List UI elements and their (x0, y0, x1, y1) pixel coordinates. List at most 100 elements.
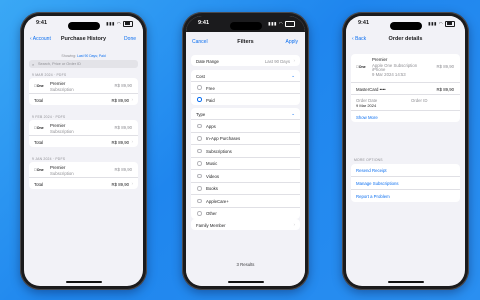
nav-bar: ‹ Account Purchase History Done (24, 33, 143, 47)
option-row[interactable]: Resend Receipt (351, 164, 460, 176)
total-label: Total (34, 97, 44, 103)
nav-bar: Cancel Filters Apply (186, 36, 305, 50)
status-icons: ▮▮▮ ◠ (428, 20, 455, 27)
type-card: Type ⌄ Apps In-App Purchases Subscriptio… (191, 108, 300, 219)
filter-sheet: Cancel Filters Apply Date Range Last 90 … (186, 32, 305, 286)
option-row[interactable]: Report a Problem (351, 189, 460, 202)
search-input[interactable]: ⌕ Search, Price or Order ID (29, 60, 138, 68)
apple-one-logo: One (34, 83, 44, 88)
battery-icon (123, 20, 133, 27)
type-option-row[interactable]: Subscriptions (191, 144, 300, 157)
cost-option-paid[interactable]: Paid (191, 93, 300, 105)
phone-order-details: 9:41 ▮▮▮ ◠ ‹ Back Order details One Pre… (342, 12, 469, 290)
date-range-card: Date Range Last 90 Days › (191, 55, 300, 66)
signal-icon: ▮▮▮ (268, 20, 278, 26)
type-option-row[interactable]: Music (191, 156, 300, 170)
show-more-row[interactable]: Show More (351, 110, 460, 122)
status-time: 9:41 (358, 20, 370, 26)
total-label: Total (34, 139, 44, 145)
type-option-row[interactable]: Apps (191, 119, 300, 132)
option-label: Videos (206, 173, 220, 179)
total-row: Total R$ 89,90 › (29, 177, 138, 189)
filter-summary[interactable]: Showing: Last 90 Days; Paid (24, 54, 143, 58)
family-member-row[interactable]: Family Member › (191, 219, 300, 230)
page-title: Order details (388, 36, 423, 42)
status-time: 9:41 (198, 20, 210, 26)
report-problem-link[interactable]: Report a Problem (356, 194, 390, 199)
type-header-row[interactable]: Type ⌄ (191, 108, 300, 119)
dynamic-island (229, 22, 262, 30)
signal-icon: ▮▮▮ (428, 20, 438, 26)
signal-icon: ▮▮▮ (106, 20, 116, 26)
resend-receipt-link[interactable]: Resend Receipt (356, 168, 387, 173)
screen: 9:41 ▮▮▮ ◠ ‹ Back Order details One Pre… (346, 16, 465, 286)
order-item-row: One Premier Apple One Subscription iPho… (351, 54, 460, 82)
search-placeholder: Search, Price or Order ID (38, 62, 81, 66)
purchase-group: One Premier Subscription R$ 89,90 Total… (29, 162, 138, 189)
manage-subscriptions-link[interactable]: Manage Subscriptions (356, 181, 399, 186)
total-row: Total R$ 89,90 › (29, 135, 138, 147)
apple-one-logo: One (34, 125, 44, 130)
item-name: Premier (372, 57, 388, 62)
group-header: 9 JAN 2024 · Pdfs (32, 157, 66, 161)
done-button[interactable]: Done (124, 36, 136, 42)
results-count: 3 Results (236, 262, 255, 267)
date-range-value: Last 90 Days (264, 58, 290, 64)
type-option-row[interactable]: In-App Purchases (191, 131, 300, 145)
status-icons: ▮▮▮ ◠ (106, 20, 133, 27)
type-option-row[interactable]: Videos (191, 169, 300, 182)
date-range-row[interactable]: Date Range Last 90 Days › (191, 55, 300, 66)
chevron-right-icon: › (293, 58, 296, 63)
item-price: R$ 89,90 (114, 125, 132, 130)
item-date: 9 Mar 2024 14:53 (372, 71, 406, 77)
cost-option-free[interactable]: Free (191, 81, 300, 93)
screen: 9:41 ▮▮▮ ◠ Cancel Filters Apply Date Ran… (186, 16, 305, 286)
purchase-row[interactable]: One Premier Subscription R$ 89,90 (29, 78, 138, 93)
item-price: R$ 89,90 (114, 83, 132, 88)
payment-row: MasterCard •••• R$ 89,90 (351, 82, 460, 94)
radio-selected-icon (197, 97, 202, 102)
option-label: AppleCare+ (206, 198, 229, 204)
purchase-group: One Premier Subscription R$ 89,90 Total… (29, 120, 138, 147)
status-icons: ▮▮▮ ◠ (268, 20, 295, 27)
cost-header-row[interactable]: Cost ⌄ (191, 70, 300, 81)
item-name: Premier (50, 165, 66, 170)
option-label: Music (206, 161, 218, 167)
radio-icon (197, 211, 202, 216)
purchase-row[interactable]: One Premier Subscription R$ 89,90 (29, 162, 138, 177)
chevron-right-icon: › (293, 222, 296, 227)
chevron-right-icon: › (131, 97, 134, 102)
apply-button[interactable]: Apply (285, 39, 298, 45)
wifi-icon: ◠ (438, 20, 444, 26)
wifi-icon: ◠ (278, 20, 284, 26)
type-option-row[interactable]: Other (191, 206, 300, 220)
total-value: R$ 89,90 (111, 181, 129, 187)
cost-label: Cost (196, 73, 205, 79)
item-sub: Subscription (50, 128, 74, 134)
showing-value: Last 90 Days; Paid (77, 54, 106, 58)
order-date-value: 9 Mar 2024 (356, 102, 377, 108)
phone-filters: 9:41 ▮▮▮ ◠ Cancel Filters Apply Date Ran… (182, 12, 309, 290)
battery-icon (285, 20, 295, 27)
item-price: R$ 89,90 (114, 167, 132, 172)
apple-one-logo: One (34, 167, 44, 172)
type-label: Type (196, 111, 206, 117)
chevron-down-icon: ⌄ (291, 110, 295, 116)
radio-icon (197, 173, 202, 178)
option-label: Free (206, 85, 215, 91)
status-time: 9:41 (36, 20, 48, 26)
radio-icon (197, 85, 202, 90)
option-label: Books (206, 186, 218, 192)
date-range-label: Date Range (196, 58, 219, 64)
home-indicator (227, 281, 264, 283)
type-option-row[interactable]: Books (191, 181, 300, 195)
total-value: R$ 89,90 (111, 139, 129, 145)
cost-card: Cost ⌄ Free Paid (191, 70, 300, 105)
show-more-link[interactable]: Show More (356, 115, 378, 120)
radio-icon (197, 198, 202, 203)
total-label: Total (34, 181, 44, 187)
type-option-row[interactable]: AppleCare+ (191, 194, 300, 207)
purchase-row[interactable]: One Premier Subscription R$ 89,90 (29, 120, 138, 135)
option-row[interactable]: Manage Subscriptions (351, 176, 460, 189)
option-label: Paid (206, 97, 215, 103)
